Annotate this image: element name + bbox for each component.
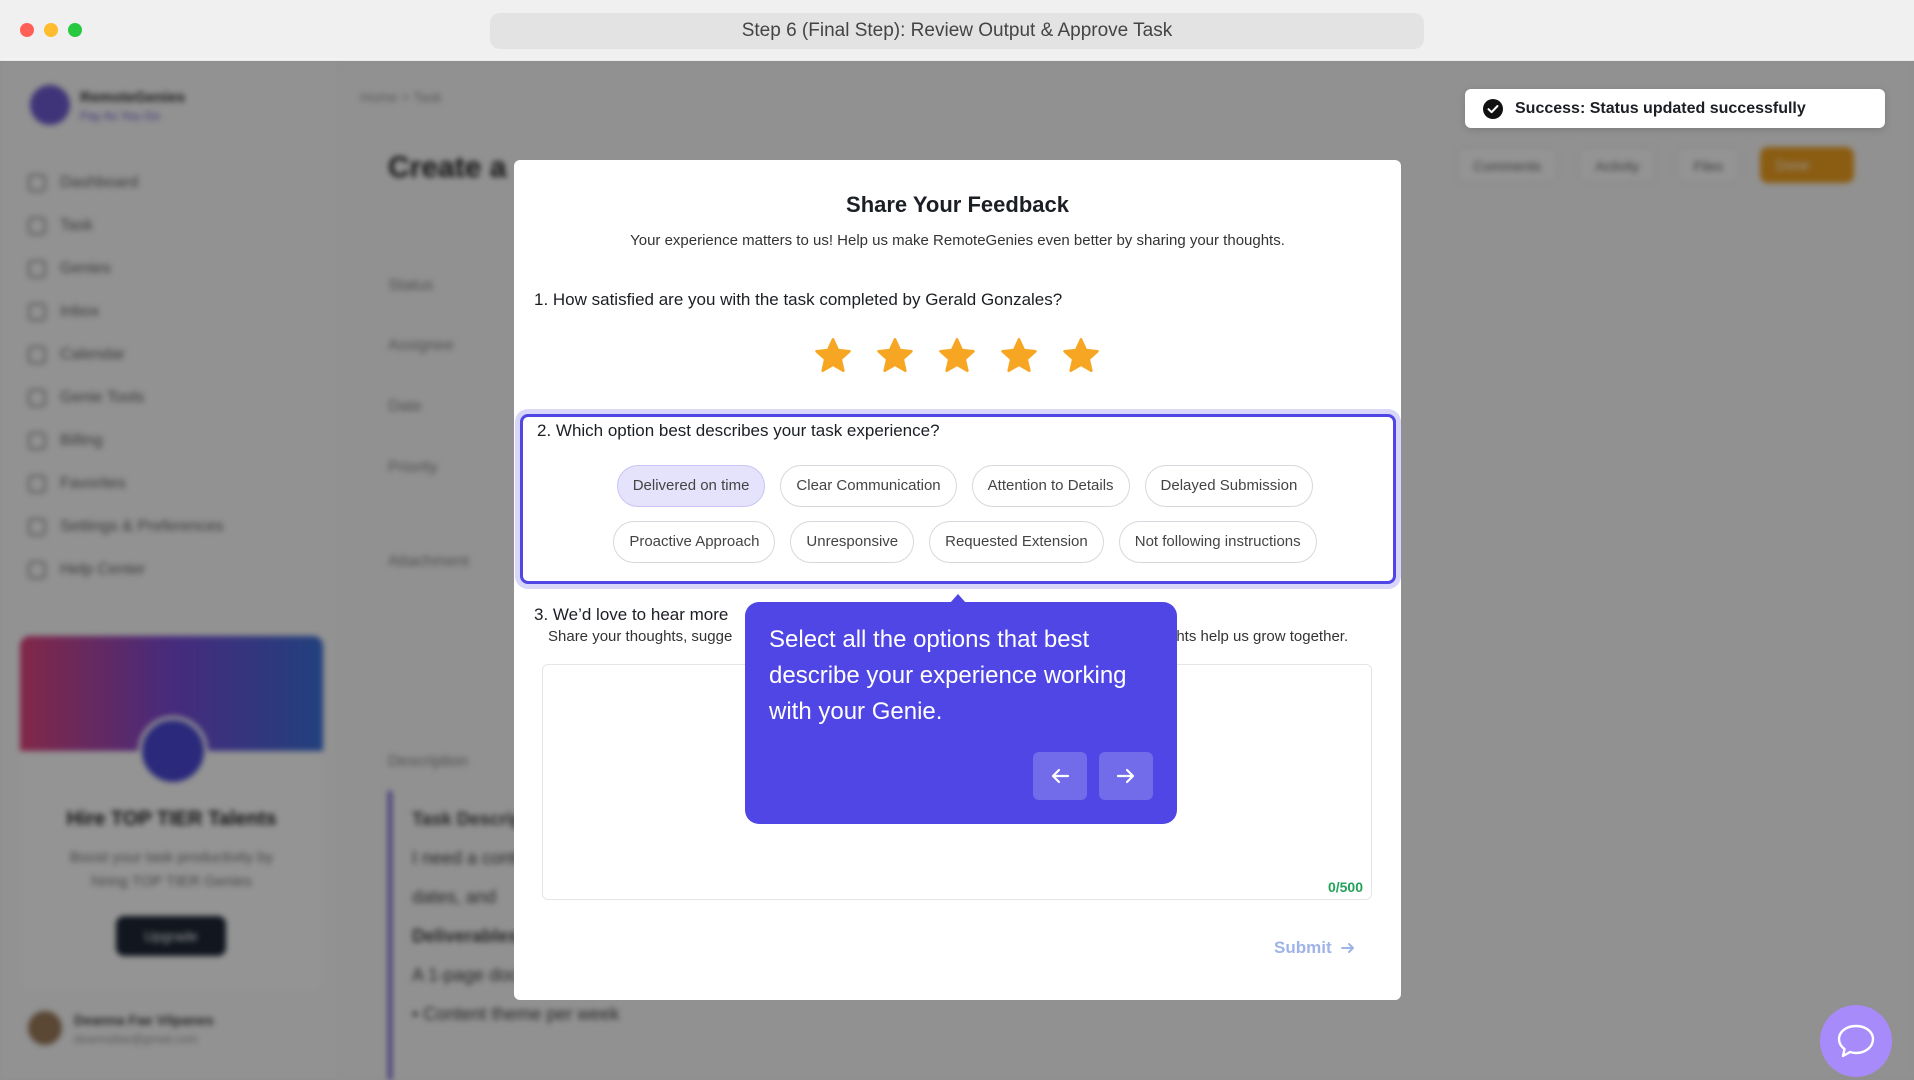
close-window-button[interactable] [20,23,34,37]
comments-hint: Share your thoughts, sugge [548,628,733,645]
star-icon[interactable] [874,335,916,377]
option-chip[interactable]: Attention to Details [971,465,1130,507]
option-chip[interactable]: Unresponsive [790,521,915,563]
star-icon[interactable] [812,335,854,377]
chat-button[interactable] [1820,1005,1892,1077]
window-title: Step 6 (Final Step): Review Output & App… [490,13,1424,49]
comments-hint-end: ghts help us grow together. [1168,628,1349,645]
options-row: Proactive Approach Unresponsive Requested … [595,521,1335,563]
option-chip[interactable]: Requested Extension [929,521,1104,563]
tooltip-prev-button[interactable] [1033,752,1087,800]
modal-title: Share Your Feedback [846,192,1069,217]
option-chip[interactable]: Proactive Approach [613,521,776,563]
arrow-right-icon [1116,768,1135,784]
title-bar: Step 6 (Final Step): Review Output & App… [0,0,1914,61]
check-circle-icon [1483,98,1503,119]
option-chip[interactable]: Clear Communication [780,465,957,507]
success-toast: Success: Status updated successfully [1465,89,1885,128]
modal-subtitle: Your experience matters to us! Help us m… [630,232,1285,249]
arrow-right-icon [1340,943,1354,953]
option-chip[interactable]: Not following instructions [1118,521,1317,563]
tooltip-next-button[interactable] [1099,752,1153,800]
onboarding-tooltip: Select all the options that best describ… [745,602,1177,824]
app-window: Step 6 (Final Step): Review Output & App… [0,0,1914,1080]
question-experience: 2. Which option best describes your task… [537,421,940,440]
maximize-window-button[interactable] [68,23,82,37]
star-icon[interactable] [998,335,1040,377]
submit-label: Submit [1274,938,1332,957]
submit-button[interactable]: Submit [1274,938,1356,958]
experience-options: Delivered on time Clear Communication Atte… [595,465,1335,577]
question-satisfaction: 1. How satisfied are you with the task c… [534,290,1063,309]
arrow-left-icon [1051,768,1070,784]
star-icon[interactable] [936,335,978,377]
question-comments: 3. We’d love to hear more [534,605,729,624]
minimize-window-button[interactable] [44,23,58,37]
option-chip[interactable]: Delayed Submission [1144,465,1314,507]
experience-options-section: 2. Which option best describes your task… [520,414,1396,584]
star-rating [812,335,1112,385]
star-icon[interactable] [1060,335,1102,377]
toast-message: Success: Status updated successfully [1515,99,1806,117]
chat-bubble-icon [1837,1024,1875,1058]
option-chip[interactable]: Delivered on time [616,465,766,507]
tooltip-text: Select all the options that best describ… [769,626,1127,725]
options-row: Delivered on time Clear Communication Atte… [595,465,1335,507]
char-counter: 0/500 [1327,879,1363,895]
feedback-modal: Share Your Feedback Your experience matt… [514,160,1401,1000]
